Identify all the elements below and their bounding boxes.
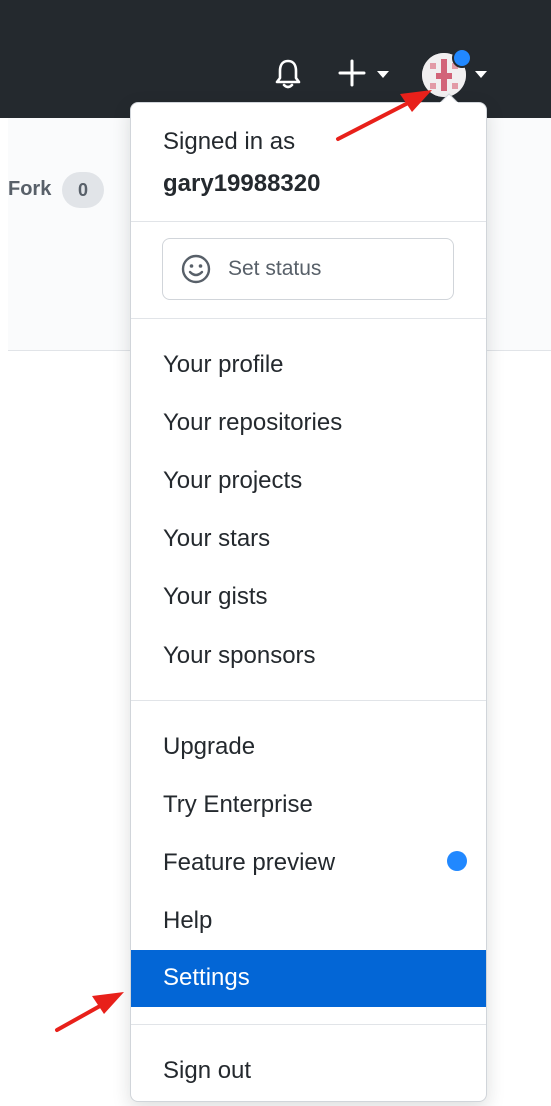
menu-item-upgrade[interactable]: Upgrade [163, 733, 255, 761]
dropdown-caret [440, 93, 458, 103]
menu-item-your-gists[interactable]: Your gists [163, 583, 268, 611]
menu-divider [131, 700, 486, 701]
github-page: Fork 0 Signed in as gary19988320 Set sta… [0, 0, 551, 1106]
menu-item-feature-preview[interactable]: Feature preview [163, 849, 335, 877]
menu-item-your-profile[interactable]: Your profile [163, 351, 284, 379]
smiley-icon [181, 254, 211, 284]
menu-item-sign-out[interactable]: Sign out [163, 1057, 251, 1085]
signed-in-label: Signed in as [163, 128, 296, 155]
menu-divider [131, 221, 486, 222]
settings-label: Settings [163, 964, 250, 991]
menu-item-your-projects[interactable]: Your projects [163, 467, 302, 495]
chevron-down-icon[interactable] [376, 69, 390, 79]
menu-item-your-repositories[interactable]: Your repositories [163, 409, 342, 437]
chevron-down-icon[interactable] [474, 69, 488, 79]
menu-item-help[interactable]: Help [163, 907, 212, 935]
set-status-label: Set status [228, 257, 322, 280]
bell-icon[interactable] [274, 58, 302, 90]
fork-button[interactable]: Fork [8, 178, 51, 201]
menu-item-try-enterprise[interactable]: Try Enterprise [163, 791, 313, 819]
feature-preview-dot [447, 851, 467, 871]
menu-item-your-stars[interactable]: Your stars [163, 525, 270, 553]
fork-count-badge[interactable]: 0 [62, 172, 104, 208]
annotation-arrow-settings [55, 992, 124, 1032]
menu-divider [131, 1024, 486, 1025]
plus-icon[interactable] [337, 58, 367, 88]
signed-in-username: gary19988320 [163, 170, 321, 197]
notification-dot [452, 48, 472, 68]
menu-divider [131, 318, 486, 319]
menu-item-your-sponsors[interactable]: Your sponsors [163, 642, 316, 670]
